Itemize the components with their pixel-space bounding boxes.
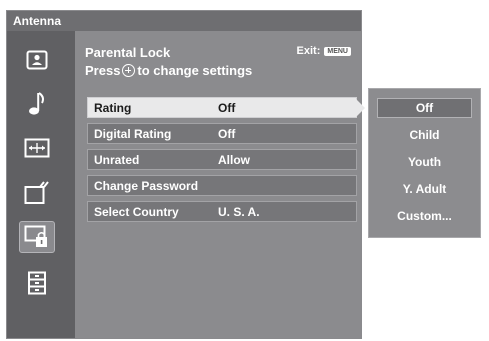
exit-label: Exit: [296, 45, 321, 57]
option-off[interactable]: Off [377, 98, 472, 118]
hint-prefix: Press [85, 63, 121, 78]
parental-lock-panel: Parental Lock Press to change settings E… [75, 31, 365, 338]
setup-icon[interactable] [19, 267, 55, 299]
picture-icon[interactable] [19, 44, 55, 76]
setting-row-select-country[interactable]: Select Country U. S. A. [87, 201, 357, 222]
exit-hint: Exit: MENU [297, 45, 351, 57]
hint-suffix: to change settings [137, 63, 253, 78]
setting-value: U. S. A. [218, 205, 260, 219]
setting-value: Off [218, 127, 236, 141]
title-bar: Antenna [7, 11, 361, 31]
sound-icon[interactable] [19, 88, 55, 120]
option-custom[interactable]: Custom... [377, 206, 472, 226]
option-young-adult[interactable]: Y. Adult [377, 179, 472, 199]
channel-setup-icon[interactable] [19, 177, 55, 209]
setting-row-unrated[interactable]: Unrated Allow [87, 149, 357, 170]
sidebar [7, 31, 75, 338]
setting-label: Digital Rating [94, 127, 172, 141]
screen-icon[interactable] [19, 132, 55, 164]
option-child[interactable]: Child [377, 125, 472, 145]
setting-label: Select Country [94, 205, 179, 219]
panel-title: Parental Lock [85, 45, 171, 60]
setting-label: Rating [94, 101, 132, 115]
setting-value: Allow [218, 153, 250, 167]
window-title: Antenna [13, 14, 61, 28]
setting-row-digital-rating[interactable]: Digital Rating Off [87, 123, 357, 144]
menu-key-icon: MENU [324, 46, 351, 56]
rating-options-dropdown: Off Child Youth Y. Adult Custom... [368, 88, 481, 238]
setting-label: Unrated [94, 153, 140, 167]
panel-hint: Press to change settings [85, 63, 252, 78]
setting-row-change-password[interactable]: Change Password [87, 175, 357, 196]
setting-label: Change Password [94, 179, 199, 193]
setting-value: Off [218, 101, 236, 115]
parental-lock-icon[interactable] [19, 221, 55, 253]
menu-window: Antenna Parental Lock Press to change se… [6, 10, 365, 339]
option-youth[interactable]: Youth [377, 152, 472, 172]
setting-row-rating[interactable]: Rating Off [87, 97, 365, 118]
joystick-button-icon [122, 64, 136, 77]
